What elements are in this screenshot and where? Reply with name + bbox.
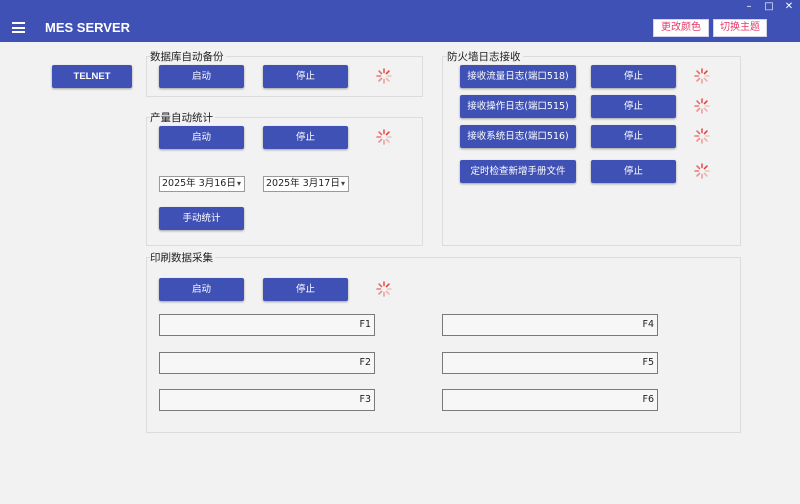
print-collect-spinner-icon — [376, 281, 392, 297]
window-titlebar: – □ ✕ — [0, 0, 800, 14]
traffic-log-stop-button[interactable]: 停止 — [591, 65, 676, 88]
date-from-value: 2025年 3月16日 — [162, 178, 236, 189]
system-log-spinner-icon — [694, 128, 710, 144]
chevron-down-icon: ▾ — [236, 179, 241, 188]
check-manual-files-button[interactable]: 定时检查新增手册文件 — [460, 160, 576, 183]
receive-operation-log-button[interactable]: 接收操作日志(端口515) — [460, 95, 576, 118]
app-title: MES SERVER — [45, 20, 131, 35]
print-collect-start-button[interactable]: 启动 — [159, 278, 244, 301]
menu-icon[interactable] — [12, 22, 25, 33]
manual-stats-button[interactable]: 手动统计 — [159, 207, 244, 230]
check-manual-files-spinner-icon — [694, 163, 710, 179]
operation-log-spinner-icon — [694, 98, 710, 114]
telnet-button[interactable]: TELNET — [52, 65, 132, 88]
app-bar: MES SERVER 更改颜色 切换主题 — [0, 14, 800, 42]
change-color-button[interactable]: 更改颜色 — [653, 19, 709, 37]
field-f4-label: F4 — [642, 319, 654, 330]
date-to-value: 2025年 3月17日 — [266, 178, 340, 189]
db-backup-stop-button[interactable]: 停止 — [263, 65, 348, 88]
output-stats-spinner-icon — [376, 129, 392, 145]
db-backup-start-button[interactable]: 启动 — [159, 65, 244, 88]
close-button[interactable]: ✕ — [780, 0, 798, 14]
field-f4[interactable]: F4 — [442, 314, 658, 336]
db-backup-spinner-icon — [376, 68, 392, 84]
operation-log-stop-button[interactable]: 停止 — [591, 95, 676, 118]
switch-theme-button[interactable]: 切换主题 — [713, 19, 767, 37]
date-from-picker[interactable]: 2025年 3月16日 ▾ — [159, 176, 245, 192]
system-log-stop-button[interactable]: 停止 — [591, 125, 676, 148]
check-manual-files-stop-button[interactable]: 停止 — [591, 160, 676, 183]
field-f5[interactable]: F5 — [442, 352, 658, 374]
field-f3-label: F3 — [359, 394, 371, 405]
field-f6-label: F6 — [642, 394, 654, 405]
field-f6[interactable]: F6 — [442, 389, 658, 411]
date-to-picker[interactable]: 2025年 3月17日 ▾ — [263, 176, 349, 192]
field-f3[interactable]: F3 — [159, 389, 375, 411]
maximize-button[interactable]: □ — [760, 0, 778, 14]
field-f1[interactable]: F1 — [159, 314, 375, 336]
output-stats-label: 产量自动统计 — [150, 110, 215, 125]
field-f5-label: F5 — [642, 357, 654, 368]
minimize-button[interactable]: – — [740, 0, 758, 14]
print-collect-label: 印刷数据采集 — [150, 250, 215, 265]
receive-system-log-button[interactable]: 接收系统日志(端口516) — [460, 125, 576, 148]
print-collect-stop-button[interactable]: 停止 — [263, 278, 348, 301]
traffic-log-spinner-icon — [694, 68, 710, 84]
field-f2-label: F2 — [359, 357, 371, 368]
receive-traffic-log-button[interactable]: 接收流量日志(端口518) — [460, 65, 576, 88]
output-stats-stop-button[interactable]: 停止 — [263, 126, 348, 149]
output-stats-start-button[interactable]: 启动 — [159, 126, 244, 149]
firewall-label: 防火墙日志接收 — [447, 49, 523, 64]
db-backup-label: 数据库自动备份 — [150, 49, 226, 64]
field-f2[interactable]: F2 — [159, 352, 375, 374]
chevron-down-icon: ▾ — [340, 179, 345, 188]
field-f1-label: F1 — [359, 319, 371, 330]
